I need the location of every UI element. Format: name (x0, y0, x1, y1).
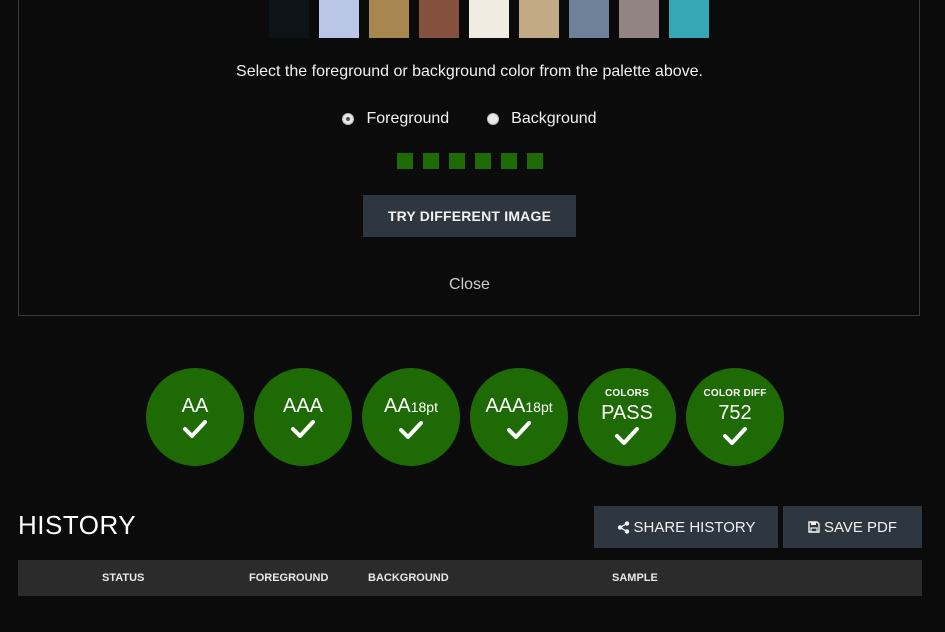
palette (269, 0, 709, 38)
check-icon (615, 427, 639, 445)
badge-aa-18pt-main: AA (384, 394, 411, 417)
badge-aa-18pt: AA18pt (362, 368, 460, 466)
try-different-image-button[interactable]: TRY DIFFERENT IMAGE (363, 195, 576, 237)
badge-color-diff-caption: COLOR DIFF (703, 388, 767, 399)
check-icon (399, 420, 423, 439)
selected-color-swatch (501, 153, 517, 169)
badge-colors: COLORS PASS (578, 368, 676, 466)
history-table-header: STATUS FOREGROUND BACKGROUND SAMPLE (18, 560, 922, 596)
contrast-results: AA AAA AA18pt AAA18pt COLORS PASS COLOR … (146, 368, 784, 466)
selected-color-swatches (397, 153, 543, 169)
check-icon (183, 420, 207, 438)
badge-aaa-18pt-label: AAA18pt (485, 395, 552, 418)
palette-swatch[interactable] (369, 0, 409, 38)
badge-aaa-18pt-main: AAA (485, 394, 526, 417)
close-link[interactable]: Close (0, 276, 939, 294)
badge-color-diff-value: 752 (718, 402, 752, 424)
check-icon (291, 420, 315, 438)
selected-color-swatch (449, 153, 465, 169)
badge-colors-caption: COLORS (605, 388, 649, 399)
selected-color-swatch (475, 153, 491, 169)
floppy-disk-icon (808, 521, 820, 533)
share-history-button[interactable]: SHARE HISTORY (594, 506, 778, 548)
badge-colors-value: PASS (601, 402, 653, 424)
check-icon (723, 427, 747, 445)
badge-aaa-label: AAA (282, 395, 324, 417)
column-header-background: BACKGROUND (368, 572, 449, 584)
palette-swatch[interactable] (469, 0, 509, 38)
badge-aaa-18pt: AAA18pt (470, 368, 568, 466)
column-header-status: STATUS (102, 572, 145, 584)
background-radio-dot[interactable] (487, 113, 500, 125)
column-header-sample: SAMPLE (612, 572, 658, 584)
badge-aa-18pt-sub: 18pt (410, 398, 438, 415)
palette-swatch[interactable] (519, 0, 559, 38)
badge-color-diff: COLOR DIFF 752 (686, 368, 784, 466)
background-radio[interactable]: Background (487, 110, 597, 128)
selected-color-swatch (397, 153, 413, 169)
foreground-radio-label: Foreground (366, 110, 450, 127)
column-header-foreground: FOREGROUND (249, 572, 329, 584)
palette-swatch[interactable] (669, 0, 709, 38)
palette-swatch[interactable] (269, 0, 309, 38)
save-pdf-button[interactable]: SAVE PDF (783, 506, 922, 548)
badge-aaa-18pt-sub: 18pt (525, 398, 553, 415)
badge-aa: AA (146, 368, 244, 466)
selected-color-swatch (527, 153, 543, 169)
foreground-radio-dot[interactable] (342, 113, 355, 125)
palette-swatch[interactable] (319, 0, 359, 38)
foreground-radio[interactable]: Foreground (342, 110, 449, 128)
background-radio-label: Background (511, 110, 597, 127)
badge-aa-label: AA (181, 395, 209, 417)
badge-aa-18pt-label: AA18pt (384, 395, 438, 418)
palette-swatch[interactable] (419, 0, 459, 38)
palette-swatch[interactable] (619, 0, 659, 38)
save-pdf-label: SAVE PDF (823, 518, 898, 536)
selected-color-swatch (423, 153, 439, 169)
share-history-label: SHARE HISTORY (633, 518, 756, 536)
badge-aaa: AAA (254, 368, 352, 466)
picker-instructions: Select the foreground or background colo… (236, 63, 703, 80)
color-target-radios: Foreground Background (0, 110, 939, 128)
palette-swatch[interactable] (569, 0, 609, 38)
history-title: HISTORY (18, 510, 137, 540)
share-icon (617, 520, 629, 534)
check-icon (507, 420, 531, 439)
